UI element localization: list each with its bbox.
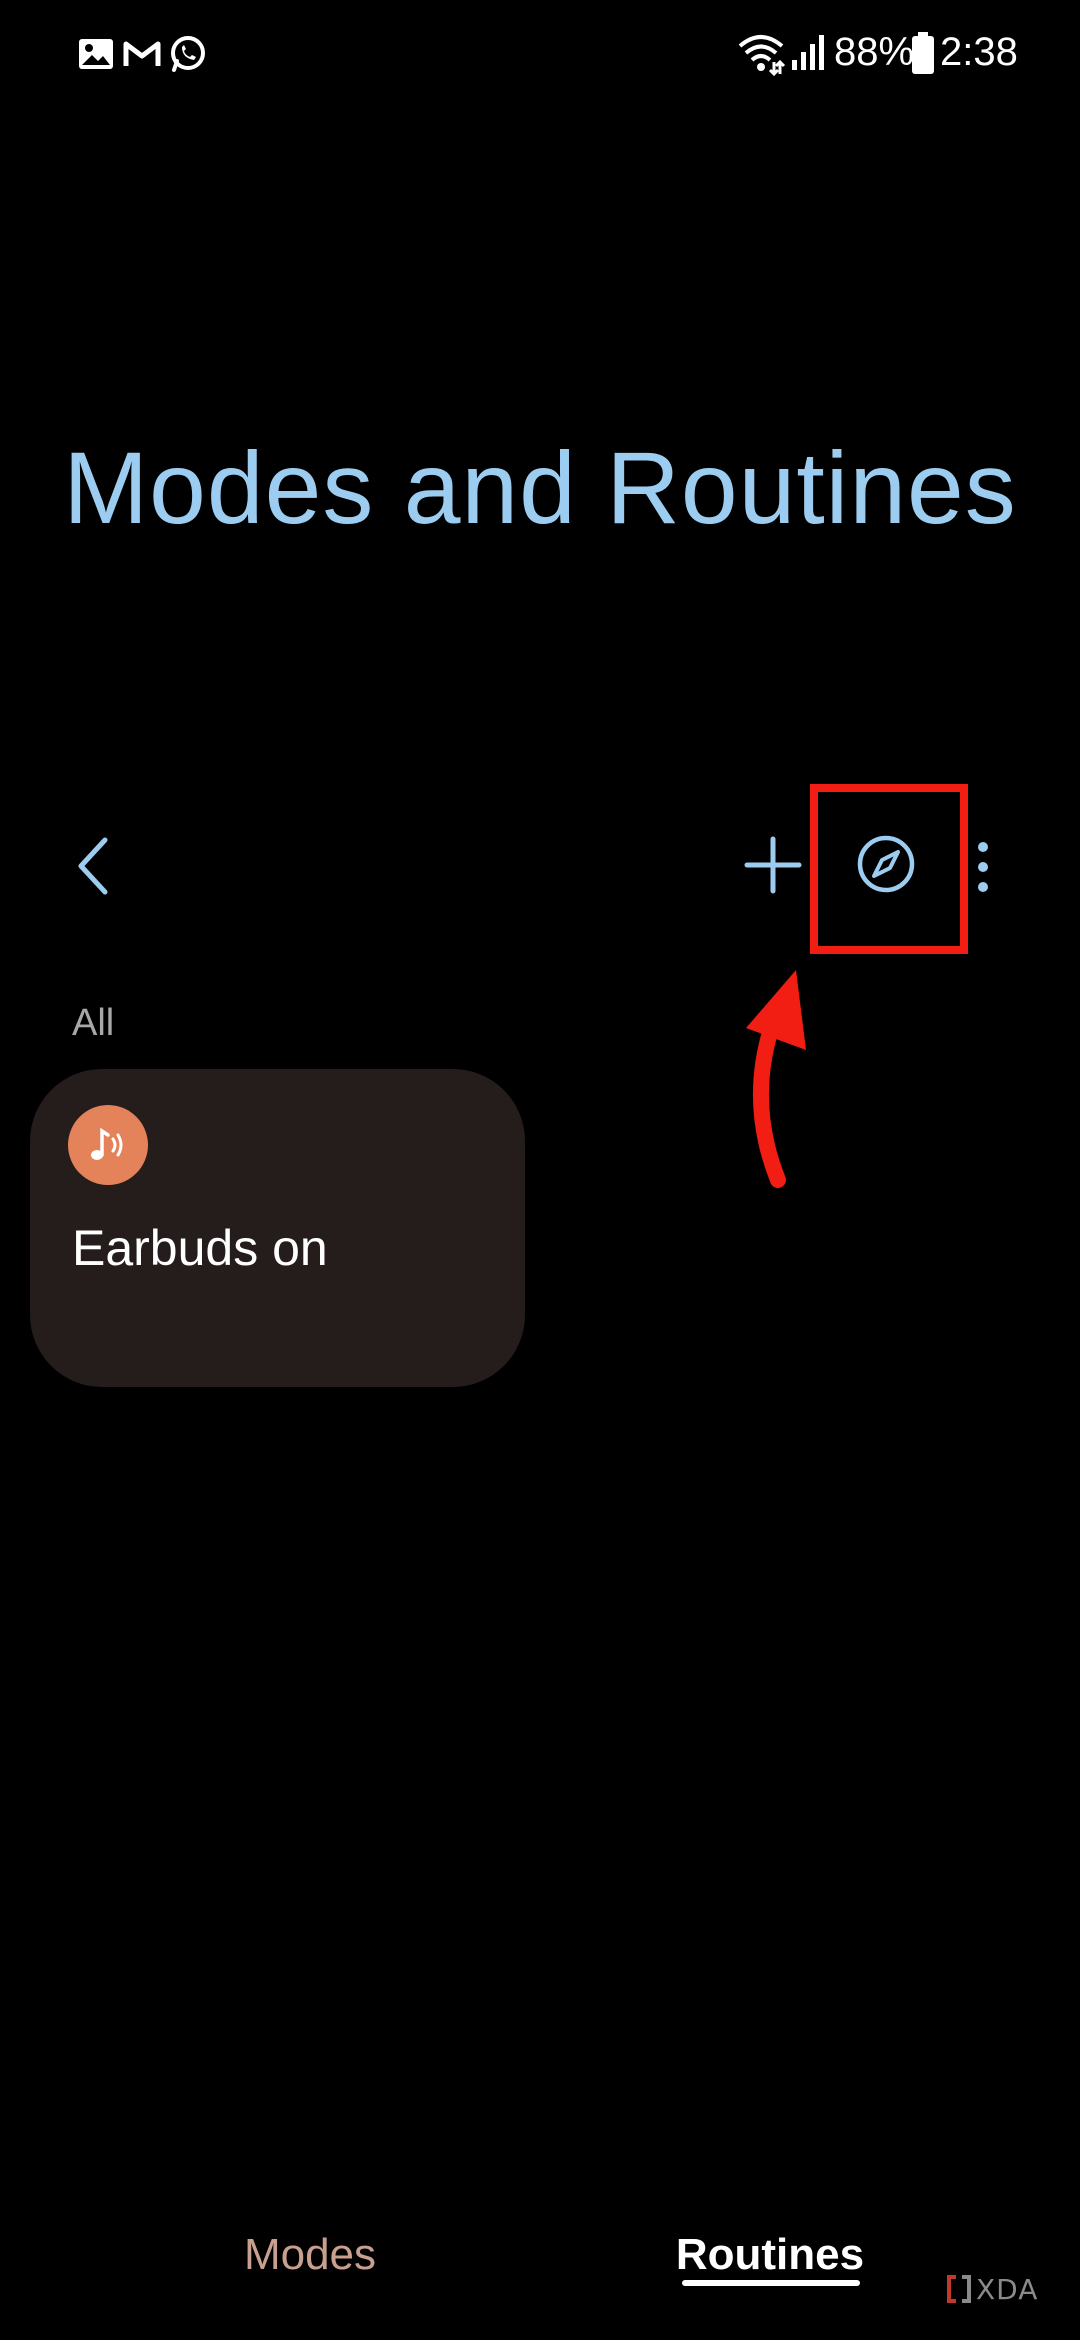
status-bar: 88% 2:38 [0,0,1080,110]
more-vertical-icon [978,842,988,892]
whatsapp-icon [171,36,205,72]
watermark-text: XDA [976,2272,1039,2306]
watermark: XDA [946,2268,1038,2310]
wifi-icon [738,35,786,76]
gmail-icon [123,41,161,66]
signal-icon [792,35,824,70]
tab-modes[interactable]: Modes [200,2220,420,2290]
active-tab-indicator [682,2280,860,2286]
clock: 2:38 [940,30,1018,74]
back-button[interactable] [60,826,126,906]
chevron-left-icon [78,837,108,895]
routine-name: Earbuds on [72,1220,328,1276]
annotation-highlight-box [810,784,968,954]
routine-card-earbuds-on[interactable]: Earbuds on [30,1069,525,1387]
music-sound-icon [91,1127,123,1160]
xda-logo-icon [947,2275,971,2303]
gallery-icon [79,39,113,69]
plus-icon [744,836,802,894]
page-title: Modes and Routines [63,431,1017,545]
routine-icon [68,1105,148,1185]
add-routine-button[interactable] [738,830,808,900]
battery-percent: 88% [834,30,915,74]
more-options-button[interactable] [966,832,1000,902]
annotation-arrow-icon [746,970,806,1188]
battery-icon [912,32,934,74]
section-label-all: All [72,1002,115,1044]
